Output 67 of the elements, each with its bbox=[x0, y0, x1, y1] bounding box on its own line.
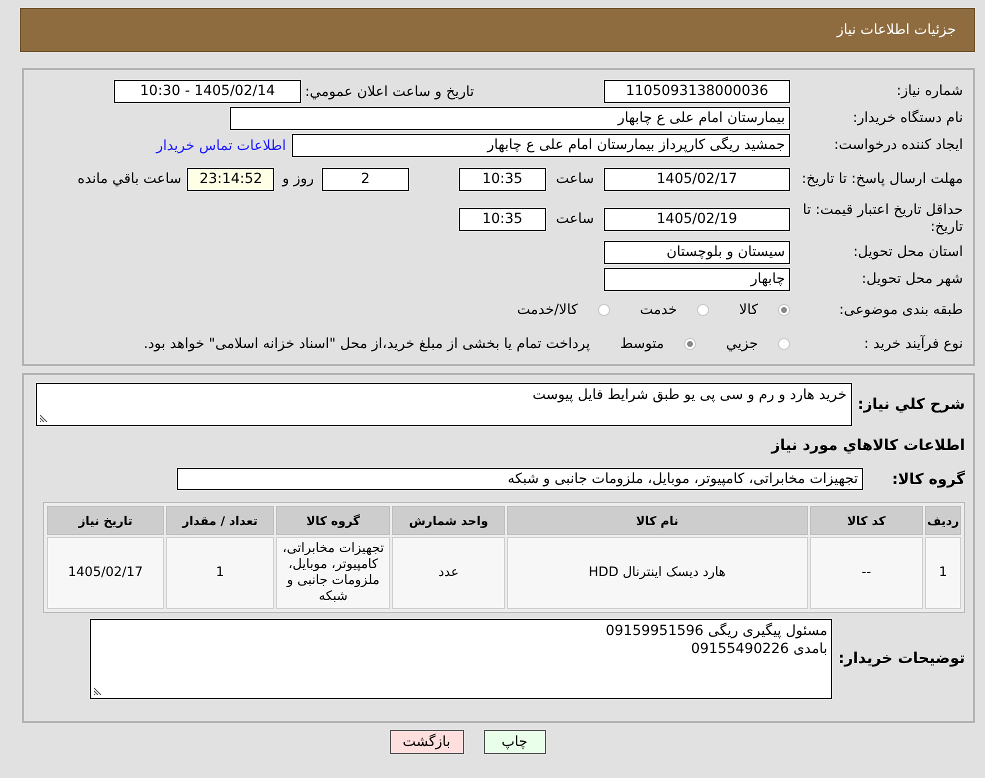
time-label: ساعت bbox=[556, 211, 594, 227]
remaining-label: ساعت باقي مانده bbox=[78, 171, 182, 187]
column-header: تعداد / مقدار bbox=[166, 506, 274, 535]
table-cell: هارد دیسک اینترنال HDD bbox=[506, 537, 808, 609]
radio-label: خدمت bbox=[640, 302, 678, 318]
field-label: شماره نیاز: bbox=[896, 83, 963, 100]
radio-button[interactable] bbox=[778, 338, 790, 350]
field-label: شرح کلي نياز: bbox=[856, 394, 965, 413]
announce-date-field: 1405/02/14 - 10:30 bbox=[114, 80, 302, 103]
buyer-contact-link[interactable]: اطلاعات تماس خریدار bbox=[156, 138, 286, 154]
radio-label: کالا bbox=[739, 302, 758, 318]
back-button[interactable]: بازگشت bbox=[390, 730, 464, 754]
field-label: حداقل تاریخ اعتبار قیمت: تا تاریخ: bbox=[802, 202, 963, 236]
notes-line: بامدی 09155490226 bbox=[690, 640, 828, 658]
radio-button[interactable] bbox=[697, 304, 710, 316]
page-title: جزئیات اطلاعات نیاز bbox=[836, 22, 956, 38]
column-header: گروه کالا bbox=[276, 506, 390, 535]
table-cell: 1 bbox=[925, 537, 961, 609]
validity-date-field: 1405/02/19 bbox=[604, 208, 790, 230]
radio-label: جزيي bbox=[726, 336, 758, 352]
notes-line: مسئول پیگیری ریگی 09159951596 bbox=[604, 622, 828, 640]
field-label: مهلت ارسال پاسخ: تا تاریخ: bbox=[800, 170, 963, 188]
city-field: چابهار bbox=[604, 268, 790, 291]
field-label: طبقه بندی موضوعی: bbox=[838, 302, 963, 318]
time-label: ساعت bbox=[556, 171, 594, 187]
table-cell: 1405/02/17 bbox=[47, 537, 164, 609]
radio-button[interactable] bbox=[684, 338, 696, 350]
table-cell: 1 bbox=[166, 537, 274, 609]
description-text: خرید هارد و رم و سی پی یو طبق شرایط فایل پیوست bbox=[532, 387, 847, 403]
need-number-field: 1105093138000036 bbox=[604, 80, 790, 103]
payment-note: پرداخت تمام یا بخشی از مبلغ خرید،از محل "اسناد خزانه اسلامی" خواهد بود. bbox=[144, 336, 590, 352]
days-field: 2 bbox=[322, 168, 409, 190]
field-label: نوع فرآیند خرید : bbox=[863, 336, 963, 352]
requester-field: جمشید ریگی کارپرداز بیمارستان امام علی ع چابهار bbox=[292, 134, 790, 157]
field-label: ایجاد کننده درخواست: bbox=[833, 137, 963, 154]
remaining-time-field: 23:14:52 bbox=[187, 168, 274, 190]
province-field: سیستان و بلوچستان bbox=[604, 241, 790, 264]
validity-time-field: 10:35 bbox=[458, 208, 546, 230]
radio-button[interactable] bbox=[598, 304, 610, 316]
field-label: استان محل تحویل: bbox=[852, 244, 963, 261]
resize-grip-icon[interactable] bbox=[94, 687, 102, 695]
column-header: ردیف bbox=[925, 506, 961, 535]
radio-label: کالا/خدمت bbox=[516, 302, 578, 318]
column-header: واحد شمارش bbox=[392, 506, 505, 535]
column-header: نام کالا bbox=[506, 506, 808, 535]
deadline-date-field: 1405/02/17 bbox=[604, 168, 790, 190]
radio-button[interactable] bbox=[778, 304, 790, 316]
resize-grip-icon[interactable] bbox=[40, 414, 48, 422]
table-cell: تجهیزات مخابراتی، کامپیوتر، موبایل، ملزومات جانبی و شبکه bbox=[276, 537, 390, 609]
column-header: تاریخ نیاز bbox=[47, 506, 164, 535]
field-label: تاريخ و ساعت اعلان عمومي: bbox=[305, 84, 474, 100]
days-label: روز و bbox=[282, 171, 314, 187]
radio-label: متوسط bbox=[620, 336, 664, 352]
print-button[interactable]: چاپ bbox=[484, 730, 546, 754]
field-label: شهر محل تحویل: bbox=[860, 271, 963, 288]
deadline-time-field: 10:35 bbox=[458, 168, 546, 190]
field-label: توضیحات خریدار: bbox=[837, 648, 965, 667]
goods-group-field: تجهیزات مخابراتی، کامپیوتر، موبایل، ملزومات جانبی و شبکه bbox=[177, 468, 863, 490]
buyer-notes-field[interactable]: مسئول پیگیری ریگی 09159951596 بامدی 09155490226 bbox=[90, 619, 832, 699]
table-cell: عدد bbox=[392, 537, 505, 609]
table-cell: -- bbox=[810, 537, 924, 609]
section-heading: اطلاعات کالاهاي مورد نياز bbox=[770, 436, 965, 454]
description-field[interactable]: خرید هارد و رم و سی پی یو طبق شرایط فایل پیوست bbox=[36, 383, 852, 426]
field-label: نام دستگاه خریدار: bbox=[852, 110, 963, 127]
field-label: گروه کالا: bbox=[891, 469, 965, 488]
buyer-name-field: بیمارستان امام علی ع چابهار bbox=[230, 107, 790, 130]
column-header: کد کالا bbox=[810, 506, 924, 535]
